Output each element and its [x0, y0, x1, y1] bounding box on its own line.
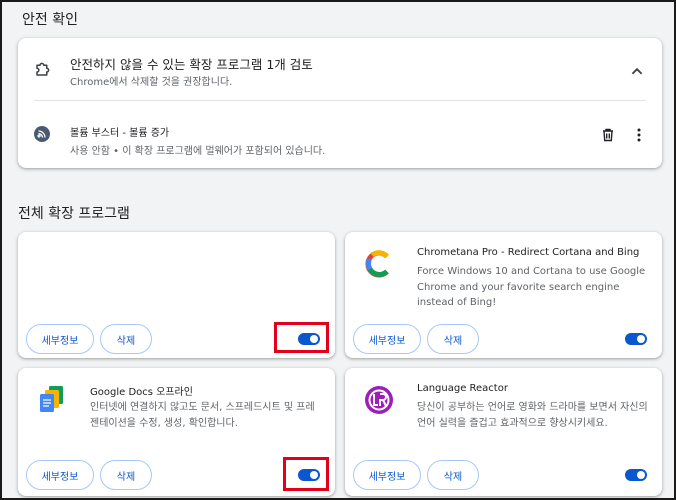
extension-name: Google Docs 오프라인 — [90, 387, 193, 398]
extension-name: Language Reactor — [417, 383, 508, 394]
volume-booster-icon — [34, 126, 50, 142]
extension-card: Language Reactor 당신이 공부하는 언어로 영화와 드라마를 보… — [345, 368, 662, 496]
remove-button[interactable]: 삭제 — [100, 324, 152, 354]
flagged-extension-name: 볼륨 부스터 - 볼륨 증가 — [70, 128, 170, 139]
enable-toggle[interactable] — [625, 469, 647, 481]
all-extensions-heading: 전체 확장 프로그램 — [18, 206, 130, 222]
trash-icon[interactable] — [601, 128, 615, 142]
remove-button[interactable]: 삭제 — [427, 324, 479, 354]
details-button[interactable]: 세부정보 — [26, 460, 94, 490]
extension-description: 인터넷에 연결하지 않고도 문서, 스프레드시트 및 프레젠테이션을 수정, 생… — [90, 402, 315, 429]
safety-check-heading: 안전 확인 — [22, 12, 78, 28]
language-reactor-icon — [365, 386, 393, 414]
safety-check-title: 안전하지 않을 수 있는 확장 프로그램 1개 검토 — [70, 57, 313, 72]
extension-description: Force Windows 10 and Cortana to use Goog… — [417, 266, 646, 308]
chevron-up-icon[interactable] — [626, 60, 648, 82]
details-button[interactable]: 세부정보 — [26, 324, 94, 354]
flagged-extension-status: 사용 안함 • 이 확장 프로그램에 멀웨어가 포함되어 있습니다. — [70, 146, 326, 157]
remove-button[interactable]: 삭제 — [427, 460, 479, 490]
safety-check-card: 안전하지 않을 수 있는 확장 프로그램 1개 검토 Chrome에서 삭제할 … — [18, 38, 662, 168]
extension-card: 세부정보 삭제 — [18, 232, 335, 358]
extension-card: Google Docs 오프라인 인터넷에 연결하지 않고도 문서, 스프레드시… — [18, 368, 335, 496]
extension-card: Chrometana Pro - Redirect Cortana and Bi… — [345, 232, 662, 358]
enable-toggle[interactable] — [625, 333, 647, 345]
more-options-icon[interactable] — [632, 127, 646, 143]
enable-toggle[interactable] — [298, 469, 320, 481]
details-button[interactable]: 세부정보 — [353, 324, 421, 354]
chrometana-icon — [365, 250, 389, 278]
remove-button[interactable]: 삭제 — [100, 460, 152, 490]
puzzle-icon — [36, 62, 50, 76]
extension-name: Chrometana Pro - Redirect Cortana and Bi… — [417, 247, 640, 258]
details-button[interactable]: 세부정보 — [353, 460, 421, 490]
google-docs-icon — [40, 386, 63, 412]
extension-description: 당신이 공부하는 언어로 영화와 드라마를 보면서 자신의 언어 실력을 즐겁고… — [417, 402, 648, 429]
divider — [34, 100, 646, 101]
safety-check-subtitle: Chrome에서 삭제할 것을 권장합니다. — [70, 77, 233, 88]
enable-toggle[interactable] — [298, 333, 320, 345]
